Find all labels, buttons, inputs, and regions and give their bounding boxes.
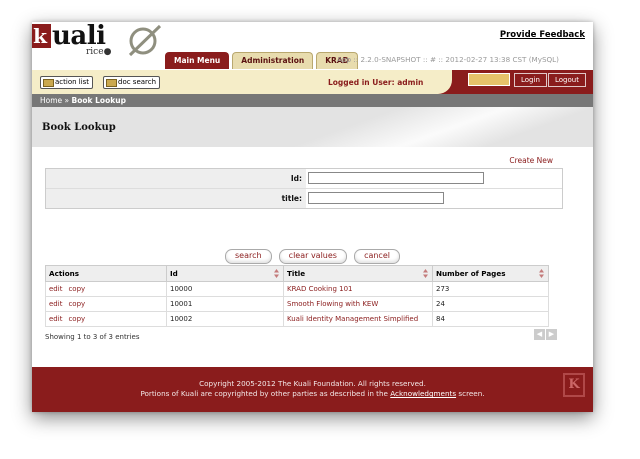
title-bar-shine bbox=[273, 107, 593, 147]
cancel-button[interactable]: cancel bbox=[354, 249, 400, 264]
id-label: Id: bbox=[46, 169, 306, 188]
criteria-row-title: title: bbox=[46, 189, 562, 208]
column-header-actions: Actions bbox=[45, 265, 167, 282]
id-field-cell bbox=[306, 169, 562, 188]
acknowledgments-link[interactable]: Acknowledgments bbox=[390, 389, 456, 398]
doc-search-label: doc search bbox=[118, 78, 157, 86]
next-page-button[interactable]: ▶ bbox=[546, 329, 557, 340]
logged-in-user: Logged in User: admin bbox=[328, 78, 424, 87]
title-label: title: bbox=[46, 189, 306, 208]
cell-title: KRAD Cooking 101 bbox=[283, 281, 433, 297]
column-header-pages[interactable]: Number of Pages bbox=[432, 265, 549, 282]
login-button[interactable]: Login bbox=[514, 73, 547, 87]
cell-title: Smooth Flowing with KEW bbox=[283, 296, 433, 312]
page-title-bar: Book Lookup bbox=[32, 107, 593, 147]
create-new-link[interactable]: Create New bbox=[509, 156, 553, 165]
toolbar: action list doc search Logged in User: a… bbox=[32, 70, 593, 94]
cell-pages: 273 bbox=[432, 281, 549, 297]
copy-link[interactable]: copy bbox=[68, 315, 85, 323]
previous-page-button[interactable]: ◀ bbox=[534, 329, 545, 340]
logo-letter: k bbox=[32, 24, 51, 48]
toolbar-left-panel: action list doc search Logged in User: a… bbox=[32, 70, 452, 94]
cell-id: 10001 bbox=[166, 296, 284, 312]
edit-link[interactable]: edit bbox=[49, 315, 62, 323]
copy-link[interactable]: copy bbox=[68, 300, 85, 308]
sort-icon bbox=[423, 269, 428, 278]
title-link[interactable]: KRAD Cooking 101 bbox=[287, 285, 353, 293]
id-input[interactable] bbox=[308, 172, 484, 184]
footer-copyright: Copyright 2005-2012 The Kuali Foundation… bbox=[199, 379, 426, 388]
search-button[interactable]: search bbox=[225, 249, 272, 264]
footer-portions: Portions of Kuali are copyrighted by oth… bbox=[140, 389, 485, 398]
logo-rice-text: rice● bbox=[86, 47, 112, 57]
rice-leaf-icon bbox=[128, 24, 162, 57]
provide-feedback-link[interactable]: Provide Feedback bbox=[500, 30, 585, 40]
tab-administration[interactable]: Administration bbox=[232, 52, 314, 69]
column-header-id[interactable]: Id bbox=[166, 265, 284, 282]
breadcrumb-home[interactable]: Home bbox=[40, 96, 62, 105]
breadcrumb-current: Book Lookup bbox=[71, 96, 126, 105]
main-tabs: Main Menu Administration KRAD bbox=[165, 52, 358, 70]
criteria-row-id: Id: bbox=[46, 169, 562, 189]
edit-link[interactable]: edit bbox=[49, 285, 62, 293]
breadcrumb-separator: » bbox=[64, 96, 70, 105]
cell-pages: 24 bbox=[432, 296, 549, 312]
title-input[interactable] bbox=[308, 192, 444, 204]
logout-button[interactable]: Logout bbox=[548, 73, 586, 87]
app-window: k uali rice● Provide Feedback Main Menu … bbox=[32, 22, 593, 412]
action-list-button[interactable]: action list bbox=[40, 76, 94, 89]
sort-icon bbox=[274, 269, 279, 278]
page-title: Book Lookup bbox=[42, 122, 116, 133]
title-link[interactable]: Smooth Flowing with KEW bbox=[287, 300, 378, 308]
kuali-logo: k uali bbox=[32, 22, 106, 51]
title-link[interactable]: Kuali Identity Management Simplified bbox=[287, 315, 418, 323]
breadcrumb: Home » Book Lookup bbox=[32, 94, 593, 107]
clear-values-button[interactable]: clear values bbox=[278, 249, 347, 264]
logo-word: uali bbox=[52, 22, 106, 51]
cell-title: Kuali Identity Management Simplified bbox=[283, 311, 433, 327]
header: k uali rice● Provide Feedback Main Menu … bbox=[32, 22, 593, 70]
lookup-actions: search clear values cancel bbox=[32, 243, 593, 264]
copy-link[interactable]: copy bbox=[68, 285, 85, 293]
cell-pages: 84 bbox=[432, 311, 549, 327]
footer-kuali-logo: K bbox=[563, 373, 585, 397]
app-version-info: App :: 2.2.0-SNAPSHOT :: # :: 2012-02-27… bbox=[337, 55, 559, 64]
pager: ◀ ▶ bbox=[534, 329, 557, 340]
table-header-row: Actions Id Title Number of Pages bbox=[45, 265, 549, 282]
lookup-criteria: Id: title: bbox=[45, 168, 563, 209]
tab-main-menu[interactable]: Main Menu bbox=[165, 52, 230, 69]
doc-search-button[interactable]: doc search bbox=[103, 76, 161, 89]
action-list-label: action list bbox=[55, 78, 90, 86]
title-field-cell bbox=[306, 189, 562, 208]
row-actions: edit copy bbox=[45, 281, 167, 297]
edit-link[interactable]: edit bbox=[49, 300, 62, 308]
footer: Copyright 2005-2012 The Kuali Foundation… bbox=[32, 367, 593, 412]
row-actions: edit copy bbox=[45, 296, 167, 312]
inbox-icon bbox=[43, 79, 54, 87]
column-header-title[interactable]: Title bbox=[283, 265, 433, 282]
table-row: edit copy 10002 Kuali Identity Management… bbox=[45, 311, 549, 327]
results-table: Actions Id Title Number of Pages edit cop… bbox=[45, 265, 549, 327]
results-count: Showing 1 to 3 of 3 entries bbox=[45, 333, 140, 341]
sort-icon bbox=[539, 269, 544, 278]
login-user-input[interactable] bbox=[468, 73, 510, 86]
cell-id: 10000 bbox=[166, 281, 284, 297]
cell-id: 10002 bbox=[166, 311, 284, 327]
row-actions: edit copy bbox=[45, 311, 167, 327]
table-row: edit copy 10001 Smooth Flowing with KEW 2… bbox=[45, 296, 549, 312]
table-row: edit copy 10000 KRAD Cooking 101 273 bbox=[45, 281, 549, 297]
document-search-icon bbox=[106, 79, 117, 87]
lookup-content: Create New Id: title: search clear value… bbox=[32, 147, 593, 367]
